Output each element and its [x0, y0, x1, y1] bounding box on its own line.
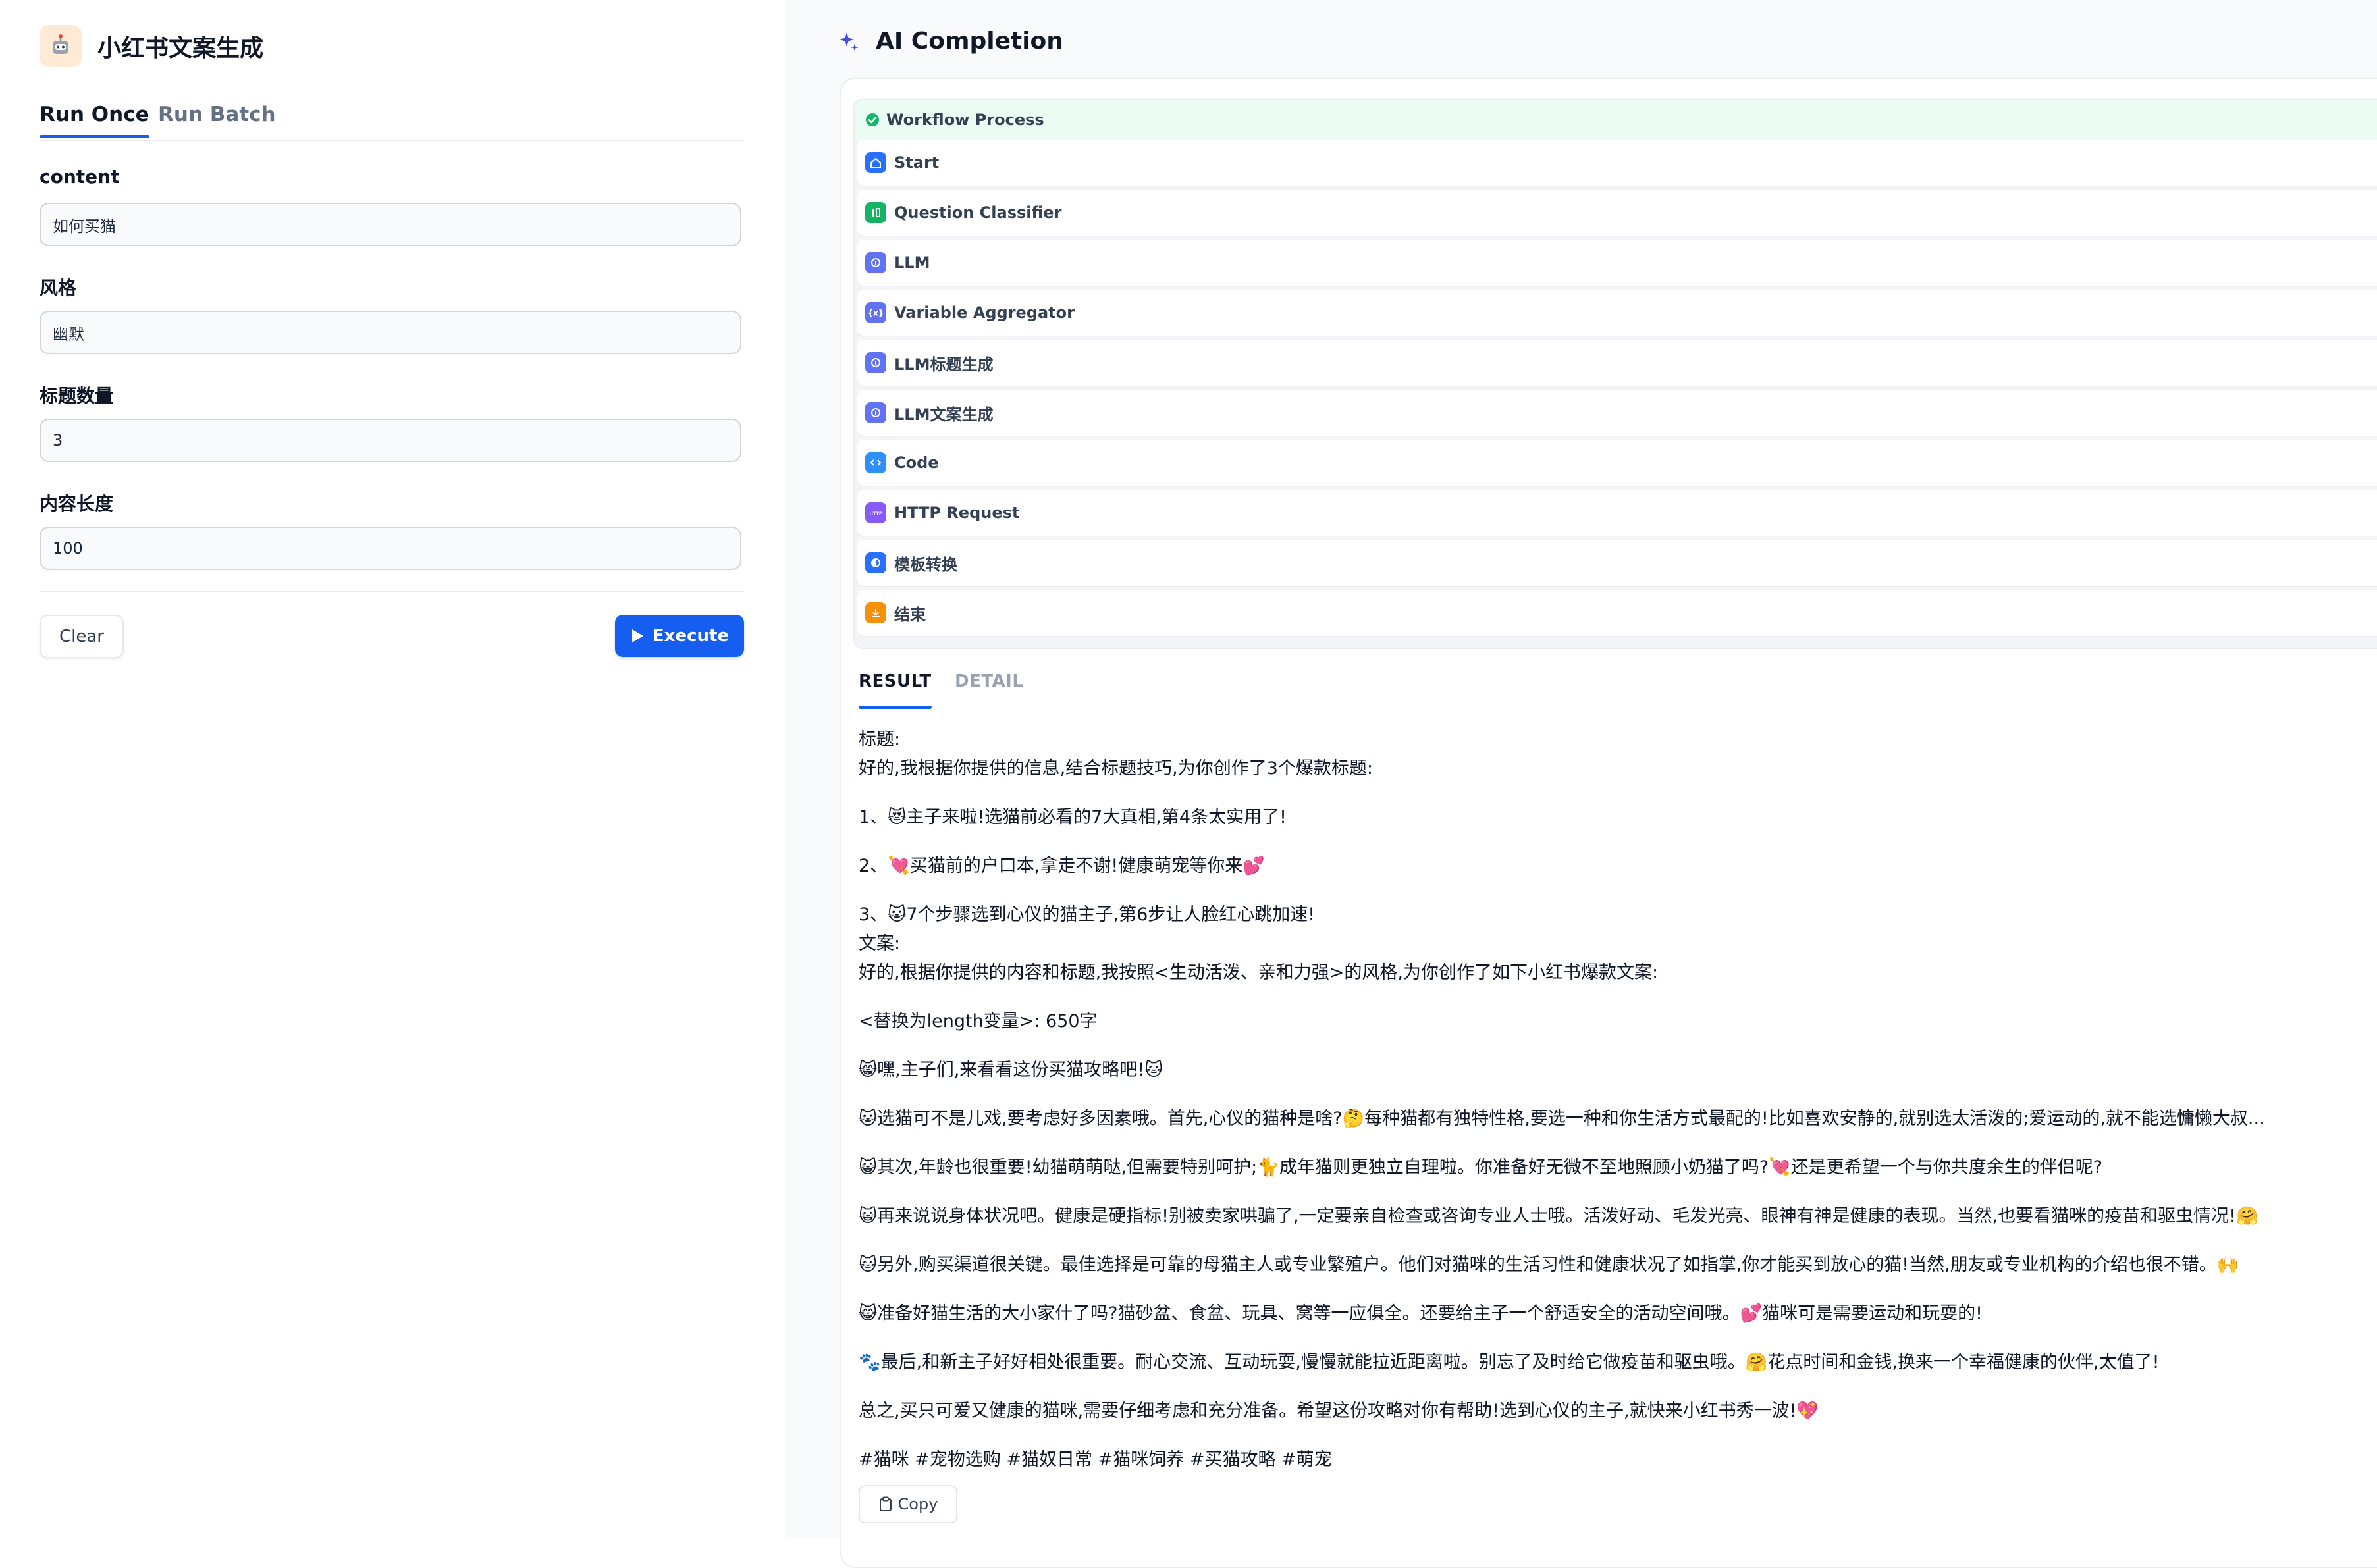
completion-header: AI Completion: [838, 28, 1063, 55]
workflow-node-label: Code: [894, 454, 939, 472]
app-title: 小红书文案生成: [97, 35, 264, 62]
style-input[interactable]: 幽默: [40, 311, 741, 354]
workflow-node-label: Start: [894, 153, 940, 172]
result-blank-line: [859, 1377, 2377, 1397]
result-line: <替换为length变量>: 650字: [859, 1011, 1098, 1032]
result-card: Workflow Process Start Question Classifie…: [840, 78, 2377, 1568]
content-label: content: [40, 166, 120, 188]
result-line: 🐱选猫可不是儿戏,要考虑好多因素哦。首先,心仪的猫种是啥?🤔每种猫都有独特性格,…: [859, 1109, 2265, 1129]
execute-label: Execute: [652, 626, 730, 646]
play-icon: [631, 629, 643, 642]
home-icon: [865, 152, 886, 173]
workflow-node-label: Question Classifier: [894, 203, 1062, 222]
workflow-node[interactable]: LLM文案生成: [857, 390, 2377, 436]
workflow-node[interactable]: LLM: [857, 240, 2377, 286]
result-line: 2、💘买猫前的户口本,拿走不谢!健康萌宠等你来💕: [859, 856, 1265, 876]
result-line: 总之,买只可爱又健康的猫咪,需要仔细考虑和充分准备。希望这份攻略对你有帮助!选到…: [859, 1401, 1819, 1421]
tab-detail[interactable]: DETAIL: [955, 671, 1023, 691]
result-line: 3、🐱7个步骤选到心仪的猫主子,第6步让人脸红心跳加速!: [859, 904, 1316, 925]
content-length-label: 内容长度: [40, 493, 114, 515]
form-divider: [40, 591, 744, 592]
clipboard-icon: [879, 1496, 892, 1511]
run-mode-tabs: Run Once Run Batch: [40, 99, 744, 141]
workflow-node[interactable]: 结束: [857, 590, 2377, 636]
check-circle-icon: [866, 113, 879, 126]
llm-icon: [865, 402, 886, 423]
result-blank-line: [859, 1085, 2377, 1105]
result-blank-line: [859, 1280, 2377, 1299]
code-icon: [865, 452, 886, 473]
result-blank-line: [859, 987, 2377, 1007]
app-header: 小红书文案生成: [40, 25, 263, 67]
result-line: 😺其次,年龄也很重要!幼猫萌萌哒,但需要特别呵护;🐈成年猫则更独立自理啦。你准备…: [859, 1157, 2103, 1178]
result-blank-line: [859, 832, 2377, 852]
result-line: 😸准备好猫生活的大小家什了吗?猫砂盆、食盆、玩具、窝等一应俱全。还要给主子一个舒…: [859, 1303, 1983, 1324]
result-line: 好的,根据你提供的内容和标题,我按照<生动活泼、亲和力强>的风格,为你创作了如下…: [859, 962, 1659, 983]
variable-icon: {x}: [865, 302, 886, 323]
workflow-node[interactable]: LLM标题生成: [857, 340, 2377, 386]
result-line: 😸嘿,主子们,来看看这份买猫攻略吧!🐱: [859, 1060, 1163, 1080]
workflow-node-label: LLM: [894, 253, 930, 272]
workflow-node-label: LLM标题生成: [894, 355, 994, 374]
workflow-node[interactable]: Start: [857, 140, 2377, 186]
clear-button[interactable]: Clear: [40, 615, 124, 658]
title-count-label: 标题数量: [40, 385, 114, 407]
llm-icon: [865, 252, 886, 273]
workflow-node[interactable]: Code: [857, 440, 2377, 486]
result-line: 1、😻主子来啦!选猫前必看的7大真相,第4条太实用了!: [859, 807, 1287, 827]
result-line: 好的,我根据你提供的信息,结合标题技巧,为你创作了3个爆款标题:: [859, 758, 1374, 779]
run-panel: 小红书文案生成 Run Once Run Batch content 如何买猫 …: [0, 0, 786, 1539]
content-input[interactable]: 如何买猫: [40, 203, 741, 246]
workflow-node-label: Variable Aggregator: [894, 303, 1075, 322]
style-label: 风格: [40, 277, 77, 299]
result-blank-line: [859, 1134, 2377, 1153]
http-icon: HTTP: [865, 502, 886, 523]
workflow-node-list: Start Question Classifier LLM {x} Variable A…: [855, 140, 2377, 636]
sparkle-icon: [840, 32, 859, 51]
workflow-node[interactable]: {x} Variable Aggregator: [857, 290, 2377, 336]
title-count-input[interactable]: 3: [40, 419, 741, 462]
llm-icon: [865, 352, 886, 373]
completion-title: AI Completion: [876, 28, 1063, 55]
result-line: #猫咪 #宠物选购 #猫奴日常 #猫咪饲养 #买猫攻略 #萌宠: [859, 1450, 1332, 1470]
result-line: 😺再来说说身体状况吧。健康是硬指标!别被卖家哄骗了,一定要亲自检查或咨询专业人士…: [859, 1206, 2258, 1226]
result-line: 文案:: [859, 933, 901, 954]
result-line: 标题:: [859, 729, 901, 750]
result-blank-line: [859, 881, 2377, 901]
result-blank-line: [859, 1328, 2377, 1348]
tab-run-batch[interactable]: Run Batch: [158, 103, 276, 126]
copy-button[interactable]: Copy: [859, 1485, 957, 1523]
tab-result[interactable]: RESULT: [859, 671, 932, 709]
result-blank-line: [859, 1231, 2377, 1251]
end-icon: [865, 602, 886, 623]
copy-label: Copy: [897, 1495, 938, 1513]
workflow-node[interactable]: HTTP HTTP Request: [857, 490, 2377, 536]
template-icon: [865, 552, 886, 573]
svg-text:{x}: {x}: [868, 309, 883, 318]
execute-button[interactable]: Execute: [615, 615, 744, 657]
completion-panel: AI Completion Workflow Process Start Ques…: [785, 0, 2377, 1568]
result-blank-line: [859, 783, 2377, 803]
svg-text:HTTP: HTTP: [869, 511, 882, 516]
result-line: 🐱另外,购买渠道很关键。最佳选择是可靠的母猫主人或专业繁殖户。他们对猫咪的生活习…: [859, 1255, 2239, 1275]
tab-run-once[interactable]: Run Once: [40, 103, 149, 138]
result-text: 标题: 好的,我根据你提供的信息,结合标题技巧,为你创作了3个爆款标题: 1、😻主子…: [859, 725, 2377, 1475]
app-robot-icon: [40, 25, 82, 67]
workflow-node-label: 结束: [894, 605, 926, 624]
result-line: 🐾最后,和新主子好好相处很重要。耐心交流、互动玩耍,慢慢就能拉近距离啦。别忘了及…: [859, 1352, 2160, 1372]
workflow-process-label: Workflow Process: [886, 111, 1044, 129]
workflow-node-label: LLM文案生成: [894, 405, 994, 424]
classifier-icon: [865, 202, 886, 223]
result-blank-line: [859, 1036, 2377, 1056]
workflow-node-label: 模板转换: [894, 555, 957, 574]
workflow-node-label: HTTP Request: [894, 504, 1020, 522]
workflow-node[interactable]: 模板转换: [857, 540, 2377, 586]
workflow-node[interactable]: Question Classifier: [857, 190, 2377, 236]
content-length-input[interactable]: 100: [40, 527, 741, 570]
workflow-process: Workflow Process Start Question Classifie…: [853, 99, 2377, 649]
result-blank-line: [859, 1426, 2377, 1446]
workflow-process-header[interactable]: Workflow Process: [855, 100, 2377, 140]
result-blank-line: [859, 1182, 2377, 1202]
